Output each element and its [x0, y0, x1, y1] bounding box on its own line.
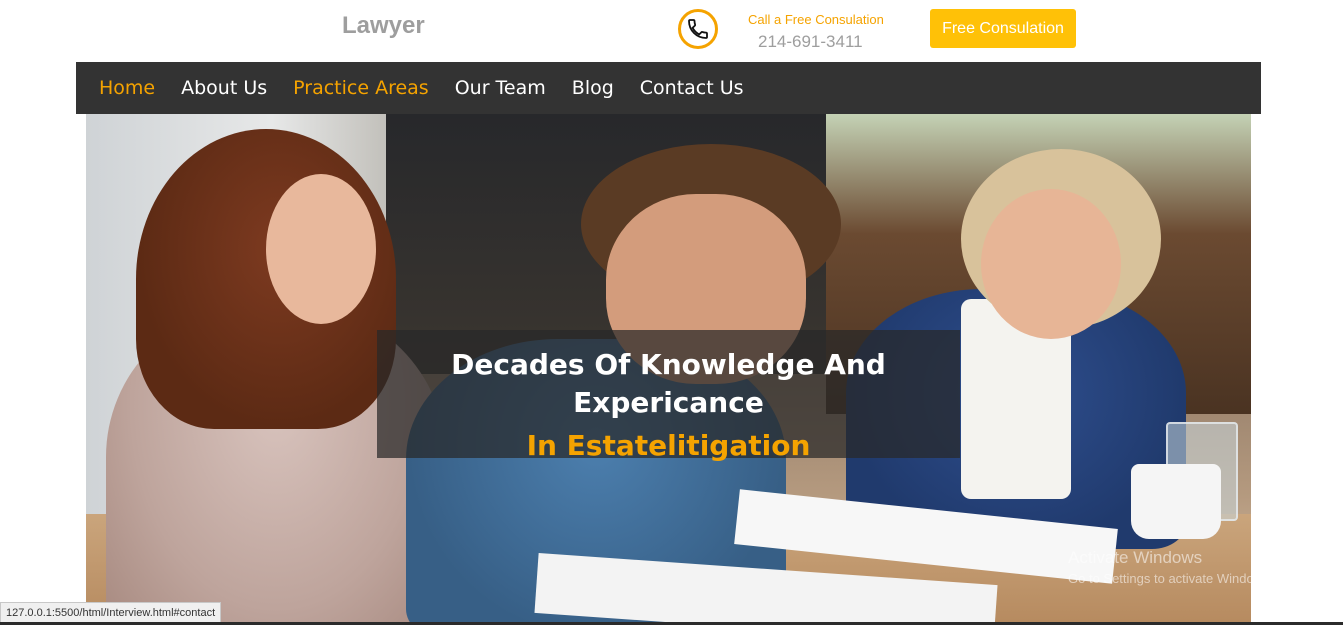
windows-activation-watermark: Activate Windows Go to Settings to activ… [1068, 548, 1273, 586]
site-logo[interactable]: Lawyer [342, 12, 425, 40]
main-nav: Home About Us Practice Areas Our Team Bl… [76, 62, 1261, 114]
watermark-title: Activate Windows [1068, 548, 1203, 567]
hero-person-left-face [266, 174, 376, 324]
nav-our-team[interactable]: Our Team [455, 77, 546, 99]
status-bar-url: 127.0.0.1:5500/html/Interview.html#conta… [0, 602, 222, 624]
hero-heading-line2: Expericance [573, 386, 764, 419]
phone-number[interactable]: 214-691-3411 [758, 32, 863, 52]
free-consultation-button[interactable]: Free Consulation [930, 9, 1076, 48]
nav-practice-areas[interactable]: Practice Areas [293, 77, 429, 99]
nav-about-us[interactable]: About Us [181, 77, 267, 99]
nav-home[interactable]: Home [99, 77, 155, 99]
hero-mug [1131, 464, 1221, 539]
hero-heading-accent: In Estatelitigation [526, 429, 811, 462]
hero-heading-line1: Decades Of Knowledge And [451, 348, 886, 381]
phone-icon-glyph [688, 19, 708, 39]
nav-blog[interactable]: Blog [572, 77, 614, 99]
phone-icon [678, 9, 718, 49]
page: Lawyer Call a Free Consulation 214-691-3… [0, 0, 1343, 625]
watermark-subtitle: Go to Settings to activate Windows. [1068, 571, 1274, 586]
call-free-consultation-text: Call a Free Consulation [748, 12, 884, 27]
nav-contact-us[interactable]: Contact Us [640, 77, 744, 99]
hero-person-right-face [981, 189, 1121, 339]
hero-text-box: Decades Of Knowledge And Expericance In … [377, 330, 960, 462]
